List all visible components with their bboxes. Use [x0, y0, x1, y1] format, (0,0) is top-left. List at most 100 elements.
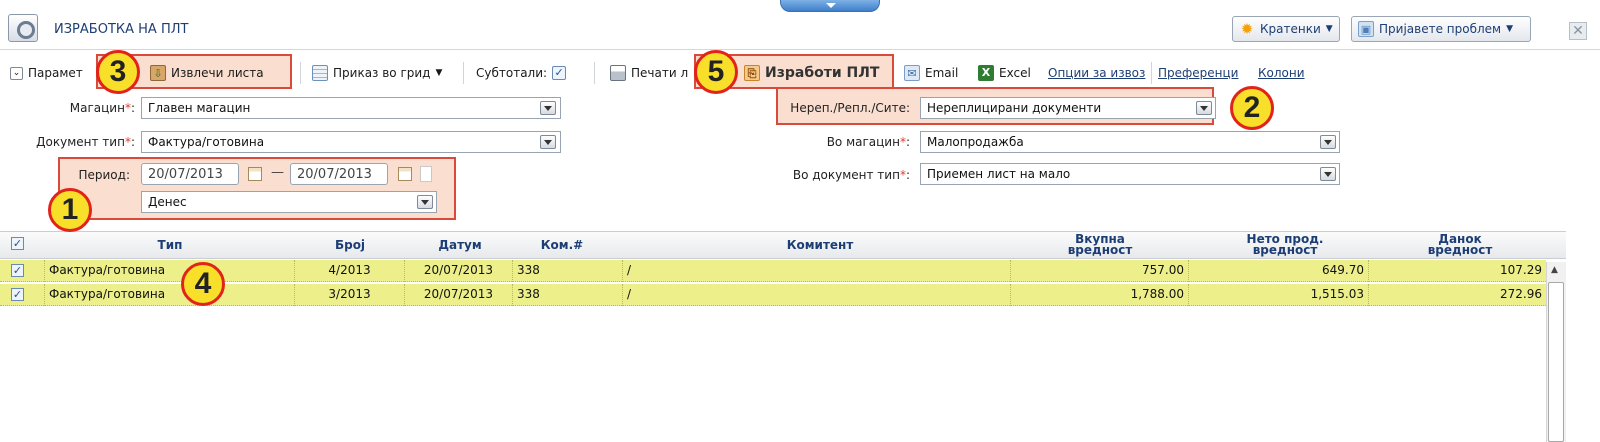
column-header-type[interactable]: Тип — [120, 239, 220, 251]
export-options-link[interactable]: Опции за извоз — [1048, 62, 1145, 84]
cell-net: 1,515.03 — [1188, 284, 1368, 306]
column-header-net[interactable]: Нето прод. вредност — [1215, 233, 1355, 256]
grid-view-button[interactable]: Приказ во грид ▼ — [312, 62, 442, 84]
create-plt-button[interactable]: ⎘ Изработи ПЛТ — [744, 62, 879, 84]
to-doc-type-select[interactable]: Приемен лист на мало — [920, 163, 1340, 185]
columns-label: Колони — [1258, 66, 1305, 80]
toolbar-divider — [594, 62, 595, 84]
export-options-label: Опции за извоз — [1048, 66, 1146, 80]
chevron-down-icon: ▼ — [1325, 24, 1333, 34]
callout-badge-2: 2 — [1230, 86, 1274, 130]
period-to-value: 20/07/2013 — [297, 167, 372, 182]
to-warehouse-dropdown-icon[interactable] — [1320, 135, 1336, 149]
period-preset-select[interactable]: Денес — [141, 191, 437, 213]
calendar-icon[interactable] — [398, 167, 412, 181]
close-icon[interactable]: ✕ — [1569, 22, 1587, 40]
row-checkbox[interactable]: ✓ — [11, 264, 24, 277]
columns-link[interactable]: Колони — [1258, 62, 1305, 84]
column-header-tax[interactable]: Данок вредност — [1400, 233, 1520, 256]
to-doc-type-value: Приемен лист на мало — [927, 167, 1071, 181]
cell-type: Фактура/готовина — [44, 260, 294, 282]
email-label: Email — [925, 66, 959, 80]
cell-total: 1,788.00 — [1010, 284, 1188, 306]
cell-type: Фактура/готовина — [44, 284, 294, 306]
report-image-icon: ▣ — [1358, 21, 1374, 37]
shortcuts-button[interactable]: ✹ Кратенки ▼ — [1232, 16, 1340, 42]
print-button[interactable]: Печати л — [610, 62, 688, 84]
scroll-up-icon[interactable]: ▲ — [1551, 265, 1558, 275]
period-from-value: 20/07/2013 — [148, 167, 223, 182]
chevron-down-icon: ▼ — [435, 68, 443, 78]
warehouse-dropdown-icon[interactable] — [540, 101, 556, 115]
cell-date: 20/07/2013 — [404, 284, 512, 306]
extract-icon: ⇩ — [150, 65, 166, 81]
subtotals-checkbox[interactable]: ✓ — [552, 66, 567, 80]
doc-type-select[interactable]: Фактура/готовина — [141, 131, 561, 153]
row-checkbox[interactable]: ✓ — [11, 288, 24, 301]
printer-icon — [610, 65, 626, 81]
select-all-checkbox[interactable]: ✓ — [11, 237, 24, 250]
period-from-input[interactable]: 20/07/2013 — [141, 163, 239, 185]
parameters-label: Парамет — [28, 66, 83, 80]
cell-number: 4/2013 — [294, 260, 404, 282]
create-document-icon: ⎘ — [744, 65, 760, 81]
excel-button[interactable]: X Excel — [978, 62, 1031, 84]
to-doc-type-dropdown-icon[interactable] — [1320, 167, 1336, 181]
period-label: Период: — [78, 168, 130, 182]
column-header-number[interactable]: Број — [320, 239, 380, 251]
blank-page-icon[interactable] — [420, 166, 432, 182]
calendar-icon[interactable] — [248, 167, 262, 181]
extract-lists-label: Извлечи листа — [171, 66, 264, 80]
chevron-down-icon: ▼ — [1506, 24, 1514, 34]
to-doc-type-label: Во документ тип*: — [792, 168, 910, 182]
excel-label: Excel — [999, 66, 1031, 80]
cell-total: 757.00 — [1010, 260, 1188, 282]
warehouse-select[interactable]: Главен магацин — [141, 97, 561, 119]
create-plt-label: Изработи ПЛТ — [765, 65, 880, 81]
column-header-total[interactable]: Вкупна вредност — [1040, 233, 1160, 256]
warehouse-value: Главен магацин — [148, 101, 251, 115]
toolbar-divider — [300, 62, 301, 84]
column-header-client[interactable]: Комитент — [760, 239, 880, 251]
collapse-toggle-icon: ⌄ — [10, 66, 23, 80]
cell-date: 20/07/2013 — [404, 260, 512, 282]
table-row[interactable]: ✓ Фактура/готовина 4/2013 20/07/2013 338… — [0, 260, 1546, 282]
cell-number: 3/2013 — [294, 284, 404, 306]
replication-dropdown-icon[interactable] — [1196, 101, 1212, 115]
period-to-input[interactable]: 20/07/2013 — [290, 163, 388, 185]
to-warehouse-label: Во магацин*: — [826, 135, 910, 149]
star-icon: ✹ — [1240, 20, 1254, 38]
scrollbar-thumb[interactable] — [1548, 282, 1564, 442]
cell-tax: 107.29 — [1368, 260, 1546, 282]
grid-icon — [312, 65, 328, 81]
parameters-toggle[interactable]: ⌄ Парамет — [10, 62, 83, 84]
to-warehouse-select[interactable]: Малопродажба — [920, 131, 1340, 153]
report-problem-label: Пријавете проблем — [1379, 22, 1502, 36]
period-preset-dropdown-icon[interactable] — [417, 195, 433, 209]
warehouse-label: Магацин*: — [69, 101, 135, 115]
column-header-com[interactable]: Ком.# — [532, 239, 592, 251]
subtotals-control: Субтотали: ✓ — [476, 62, 567, 84]
report-problem-button[interactable]: ▣ Пријавете проблем ▼ — [1351, 16, 1531, 42]
column-header-date[interactable]: Датум — [420, 239, 500, 251]
preferences-link[interactable]: Преференци — [1158, 62, 1238, 84]
replication-select[interactable]: Нереплицирани документи — [920, 97, 1216, 119]
cell-net: 649.70 — [1188, 260, 1368, 282]
extract-lists-button[interactable]: ⇩ Извлечи листа — [150, 62, 264, 84]
excel-icon: X — [978, 65, 994, 81]
to-warehouse-value: Малопродажба — [927, 135, 1024, 149]
preferences-label: Преференци — [1158, 66, 1239, 80]
doc-type-label: Документ тип*: — [36, 135, 135, 149]
cell-com: 338 — [512, 260, 622, 282]
cell-client: / — [622, 284, 1010, 306]
doc-type-dropdown-icon[interactable] — [540, 135, 556, 149]
email-button[interactable]: ✉ Email — [904, 62, 958, 84]
cell-client: / — [622, 260, 1010, 282]
table-row[interactable]: ✓ Фактура/готовина 3/2013 20/07/2013 338… — [0, 284, 1546, 306]
callout-badge-4: 4 — [181, 262, 225, 306]
grid-view-label: Приказ во грид — [333, 66, 431, 80]
page-title: ИЗРАБОТКА НА ПЛТ — [54, 22, 189, 37]
cell-tax: 272.96 — [1368, 284, 1546, 306]
toolbar-divider — [463, 62, 464, 84]
cell-com: 338 — [512, 284, 622, 306]
